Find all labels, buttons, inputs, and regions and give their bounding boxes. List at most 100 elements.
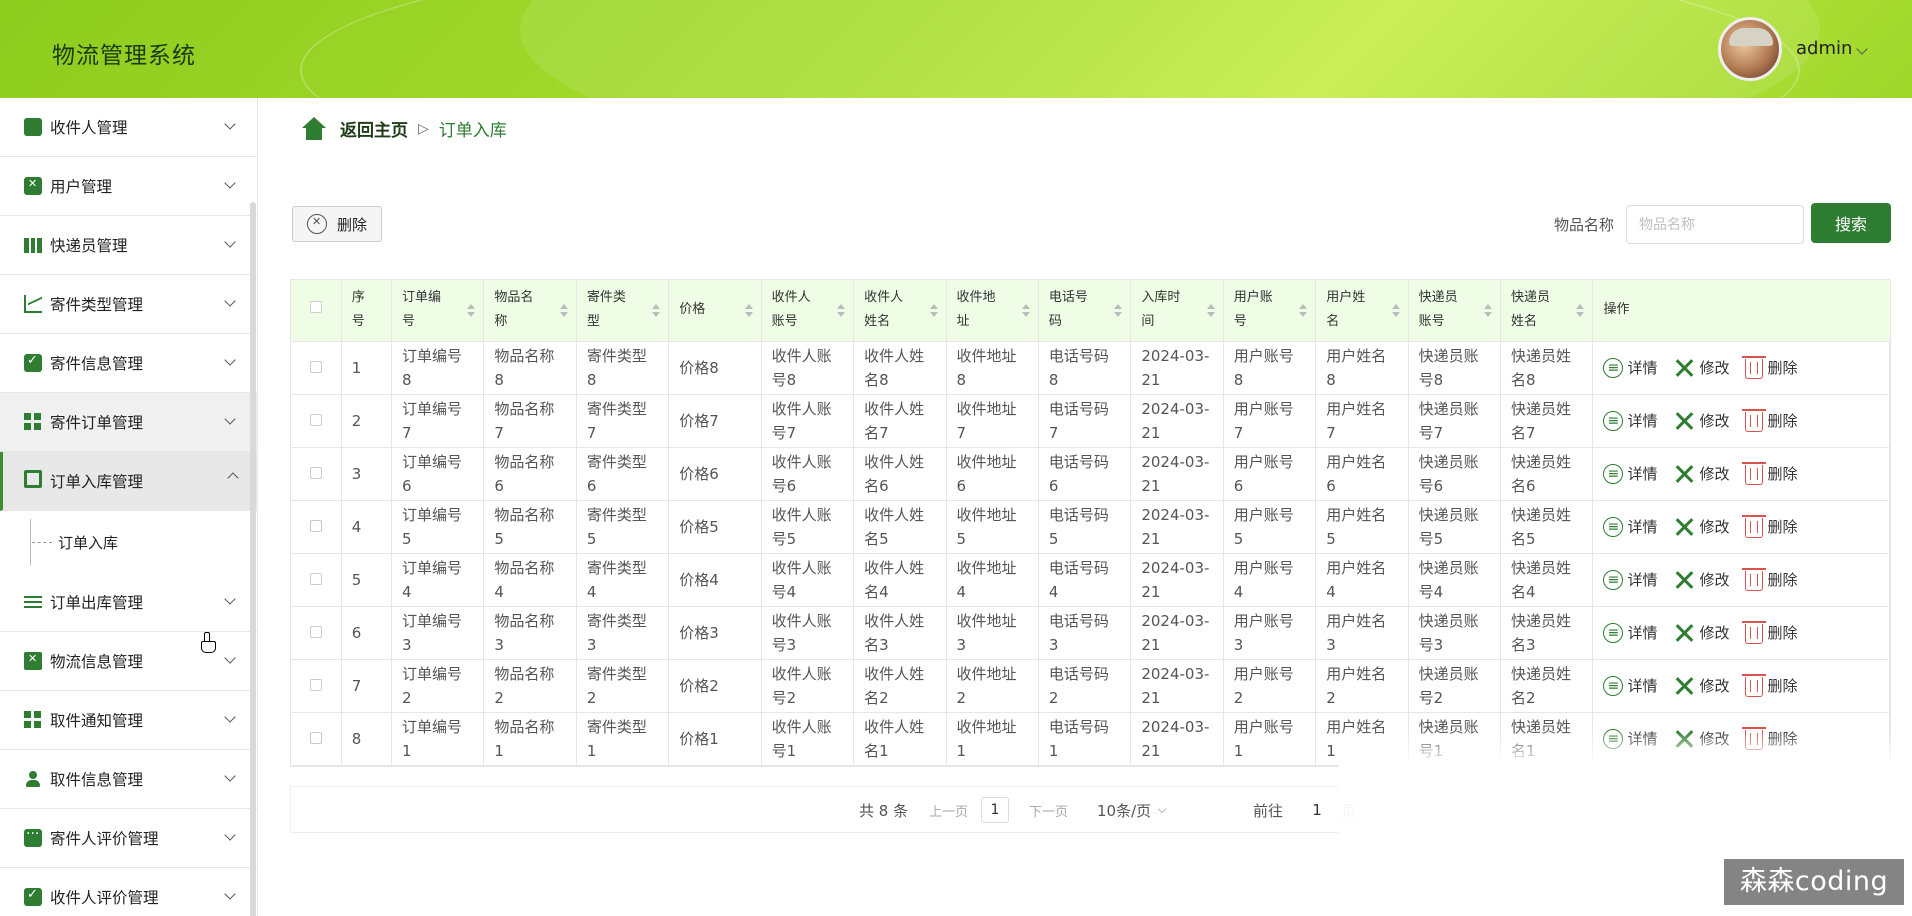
search-input[interactable] bbox=[1626, 205, 1804, 244]
column-header[interactable]: 收件人 姓名 bbox=[853, 280, 947, 342]
row-checkbox[interactable] bbox=[309, 360, 322, 373]
pagination-next-button[interactable]: 下一页 bbox=[1029, 801, 1068, 820]
column-header[interactable]: 寄件类型 bbox=[576, 280, 670, 342]
detail-button[interactable]: 详情 bbox=[1603, 409, 1657, 433]
row-select-cell[interactable] bbox=[291, 712, 342, 766]
select-all-cell[interactable] bbox=[291, 280, 342, 342]
detail-button[interactable]: 详情 bbox=[1603, 674, 1657, 698]
sort-caret-icon[interactable] bbox=[1021, 304, 1030, 318]
goto-page-input[interactable]: 1 bbox=[1303, 797, 1331, 823]
column-header[interactable]: 用户姓名 bbox=[1315, 280, 1409, 342]
row-select-cell[interactable] bbox=[291, 500, 342, 554]
sidebar-item-2[interactable]: 快递员管理 bbox=[0, 216, 257, 275]
sidebar-item-4[interactable]: 寄件信息管理 bbox=[0, 334, 257, 393]
sidebar-item-9[interactable]: 取件通知管理 bbox=[0, 691, 257, 750]
sort-caret-icon[interactable] bbox=[837, 304, 846, 318]
detail-button[interactable]: 详情 bbox=[1603, 621, 1657, 645]
sort-caret-icon[interactable] bbox=[1299, 304, 1308, 318]
sidebar-item-5[interactable]: 寄件订单管理 bbox=[0, 393, 257, 452]
delete-button[interactable]: 删除 bbox=[1742, 568, 1798, 592]
detail-button[interactable]: 详情 bbox=[1603, 568, 1657, 592]
delete-button[interactable]: 删除 bbox=[1742, 356, 1798, 380]
edit-button[interactable]: 修改 bbox=[1673, 621, 1729, 645]
home-icon[interactable] bbox=[300, 116, 328, 141]
row-select-cell[interactable] bbox=[291, 394, 342, 448]
row-checkbox[interactable] bbox=[309, 466, 322, 479]
delete-button[interactable]: 删除 bbox=[1742, 674, 1798, 698]
sidebar-item-10[interactable]: 取件信息管理 bbox=[0, 750, 257, 809]
row-checkbox[interactable] bbox=[309, 519, 322, 532]
select-all-checkbox[interactable] bbox=[309, 301, 322, 314]
column-header[interactable]: 物品名称 bbox=[483, 280, 577, 342]
breadcrumb-home-link[interactable]: 返回主页 bbox=[340, 116, 408, 141]
edit-button[interactable]: 修改 bbox=[1673, 462, 1729, 486]
sort-caret-icon[interactable] bbox=[1576, 304, 1585, 318]
delete-button[interactable]: 删除 bbox=[1742, 409, 1798, 433]
column-header[interactable]: 用户账号 bbox=[1223, 280, 1317, 342]
cell-text: 3 bbox=[1048, 635, 1059, 654]
edit-button[interactable]: 修改 bbox=[1673, 727, 1729, 751]
detail-button[interactable]: 详情 bbox=[1603, 462, 1657, 486]
row-checkbox[interactable] bbox=[309, 731, 322, 744]
edit-button[interactable]: 修改 bbox=[1673, 356, 1729, 380]
user-menu[interactable]: admin bbox=[1796, 38, 1869, 59]
sidebar-item-8[interactable]: 物流信息管理 bbox=[0, 632, 257, 691]
row-select-cell[interactable] bbox=[291, 659, 342, 713]
edit-button[interactable]: 修改 bbox=[1673, 409, 1729, 433]
row-checkbox[interactable] bbox=[309, 678, 322, 691]
delete-button[interactable]: 删除 bbox=[1742, 621, 1798, 645]
pagination-page-1[interactable]: 1 bbox=[981, 797, 1009, 823]
sort-caret-icon[interactable] bbox=[1484, 304, 1493, 318]
row-checkbox[interactable] bbox=[309, 572, 322, 585]
column-header[interactable]: 订单编号 bbox=[391, 280, 485, 342]
row-checkbox[interactable] bbox=[309, 413, 322, 426]
row-select-cell[interactable] bbox=[291, 341, 342, 395]
sort-caret-icon[interactable] bbox=[559, 304, 568, 318]
sort-caret-icon[interactable] bbox=[467, 304, 476, 318]
column-header-text: 用户账 bbox=[1233, 290, 1273, 306]
sidebar-item-12[interactable]: 收件人评价管理 bbox=[0, 868, 257, 916]
sidebar-item-7[interactable]: 订单出库管理 bbox=[0, 573, 257, 632]
delete-button[interactable]: 删除 bbox=[1742, 727, 1798, 751]
column-header[interactable]: 快递员 账号 bbox=[1408, 280, 1502, 342]
detail-button[interactable]: 详情 bbox=[1603, 356, 1657, 380]
edit-button[interactable]: 修改 bbox=[1673, 515, 1729, 539]
pagination-prev-button[interactable]: 上一页 bbox=[929, 801, 968, 820]
cell-text: 名6 bbox=[1511, 476, 1536, 495]
column-header[interactable]: 入库时间 bbox=[1130, 280, 1224, 342]
edit-button[interactable]: 修改 bbox=[1673, 568, 1729, 592]
search-button[interactable]: 搜索 bbox=[1811, 203, 1891, 243]
column-header[interactable]: 收件人 账号 bbox=[761, 280, 855, 342]
cell-text: 寄件类型 bbox=[586, 664, 647, 683]
delete-button[interactable]: 删除 bbox=[1742, 515, 1798, 539]
sidebar-item-6[interactable]: 订单入库管理 bbox=[0, 452, 257, 511]
sidebar-item-11[interactable]: 寄件人评价管理 bbox=[0, 809, 257, 868]
sort-caret-icon[interactable] bbox=[1114, 304, 1123, 318]
edit-button[interactable]: 修改 bbox=[1673, 674, 1729, 698]
sidebar-item-1[interactable]: 用户管理 bbox=[0, 157, 257, 216]
user-avatar-icon[interactable] bbox=[1718, 17, 1782, 81]
column-header[interactable]: 快递员 姓名 bbox=[1500, 280, 1594, 342]
page-size-select[interactable]: 10条/页 bbox=[1097, 800, 1167, 821]
row-select-cell[interactable] bbox=[291, 447, 342, 501]
sort-caret-icon[interactable] bbox=[1206, 304, 1215, 318]
column-header[interactable]: 收件地址 bbox=[946, 280, 1039, 342]
sort-caret-icon[interactable] bbox=[744, 304, 753, 318]
sort-caret-icon[interactable] bbox=[1391, 304, 1400, 318]
sidebar-item-0[interactable]: 收件人管理 bbox=[0, 98, 257, 157]
row-select-cell[interactable] bbox=[291, 606, 342, 660]
sidebar-subitem-order-inbound[interactable]: 订单入库 bbox=[0, 511, 257, 573]
column-header[interactable]: 电话号码 bbox=[1038, 280, 1132, 342]
sidebar-scrollbar[interactable] bbox=[250, 202, 256, 916]
sidebar-item-3[interactable]: 寄件类型管理 bbox=[0, 275, 257, 334]
detail-button[interactable]: 详情 bbox=[1603, 727, 1657, 751]
detail-button[interactable]: 详情 bbox=[1603, 515, 1657, 539]
sidebar: 收件人管理用户管理快递员管理寄件类型管理寄件信息管理寄件订单管理订单入库管理订单… bbox=[0, 98, 258, 916]
column-header[interactable]: 价格 bbox=[668, 280, 762, 342]
delete-button[interactable]: 删除 bbox=[1742, 462, 1798, 486]
row-select-cell[interactable] bbox=[291, 553, 342, 607]
batch-delete-button[interactable]: 删除 bbox=[292, 206, 382, 242]
sort-caret-icon[interactable] bbox=[652, 304, 661, 318]
row-checkbox[interactable] bbox=[309, 625, 322, 638]
sort-caret-icon[interactable] bbox=[929, 304, 938, 318]
